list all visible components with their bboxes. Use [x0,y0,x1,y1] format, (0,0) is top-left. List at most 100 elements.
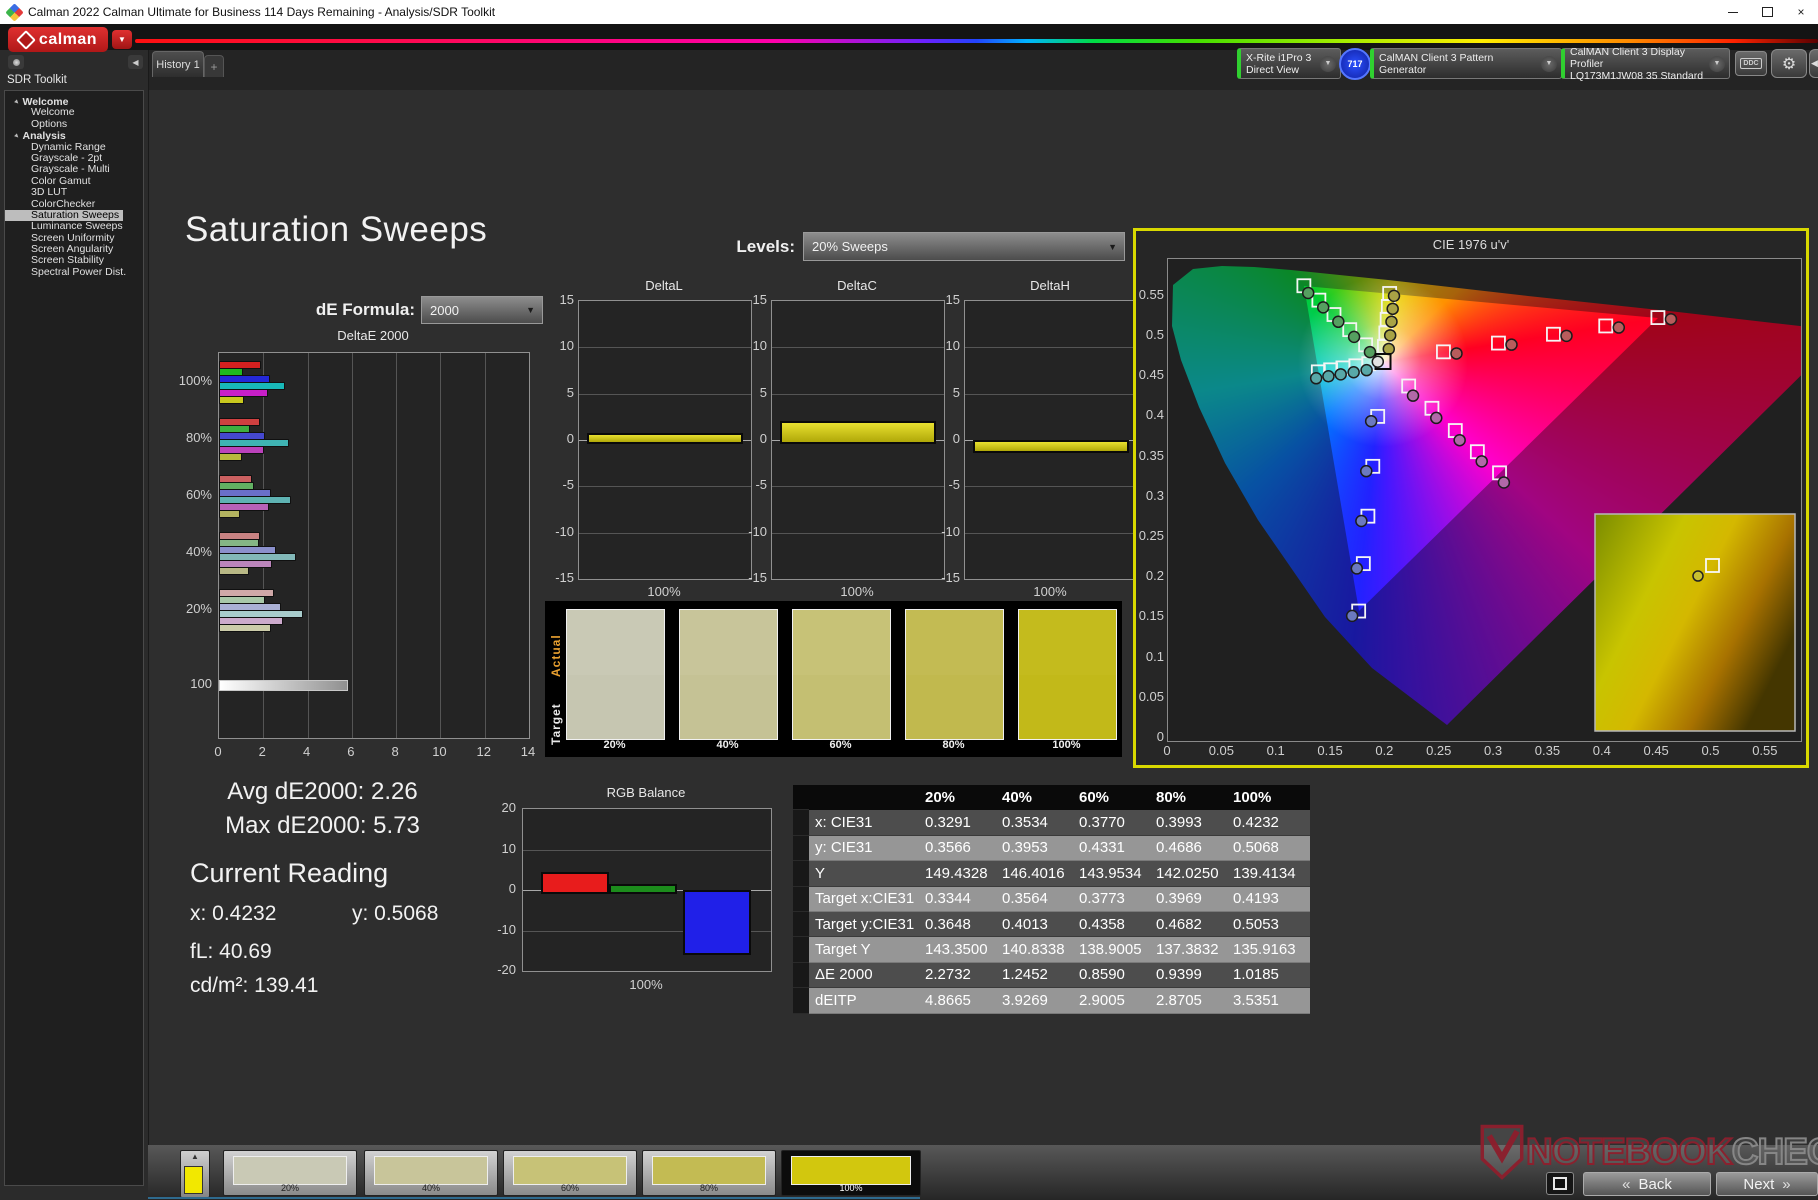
column-header-60: 60% [1079,785,1156,811]
table-value: 143.9534 [1079,861,1156,887]
tab-history-1[interactable]: History 1 [152,51,204,77]
de-formula-value: 2000 [430,302,459,318]
table-value: 0.3291 [925,810,1002,836]
cyan-measured-circle [1360,363,1373,377]
cie-svg [1172,266,1801,732]
magenta-measured-circle [1430,411,1443,425]
blue-measured-circle [1364,414,1378,428]
cie-1976-diagram-panel[interactable]: CIE 1976 u'v' 0.55 0.5 0.45 0.4 0.35 0.3… [1133,228,1809,768]
gridline [965,486,1137,488]
table-value: 137.3832 [1156,937,1233,963]
table-value: 4.8665 [925,988,1002,1014]
chevron-down-icon: ▼ [118,35,126,44]
minimize-button[interactable] [1716,0,1750,24]
bar-blue [683,890,751,955]
y-tick-label: -10 [497,921,516,937]
swatch-label: 40% [716,739,739,751]
column-header-100: 100% [1233,785,1310,811]
pattern-tile-60[interactable]: 60% [503,1150,637,1196]
ddc-button[interactable]: DDC [1735,51,1767,76]
table-value: 138.9005 [1079,937,1156,963]
x-tick-label: 0.55 [1752,743,1778,758]
pattern-generator-label: CalMAN Client 3 Pattern Generator [1379,51,1494,76]
sidebar-item-color-gamut[interactable]: Color Gamut [5,175,143,187]
display-profiler-select[interactable]: CalMAN Client 3 Display Profiler LQ173M1J… [1561,46,1730,82]
application-window: Calman 2022 Calman Ultimate for Business… [0,0,1818,1200]
yellow-measured-circle [1386,302,1399,316]
meter-select[interactable]: X-Rite i1Pro 3 Direct View ▼ [1237,48,1341,79]
y-tick-label: 0.45 [1138,367,1164,383]
delta-h-chart: DeltaH 100% 15 10 5 0 -5 -10 -15 [938,278,1150,608]
x-tick-label: 12 [476,744,491,759]
pattern-tile-100[interactable]: 100% [781,1150,921,1196]
y-tick-label: 0.2 [1145,568,1164,584]
close-button[interactable]: × [1784,0,1818,24]
pattern-color-preview [184,1166,203,1194]
add-tab-button[interactable]: + [204,55,224,77]
window-title: Calman 2022 Calman Ultimate for Business… [28,5,496,19]
table-value: 0.3648 [925,911,1002,938]
levels-label: Levels: [736,237,795,256]
table-value: 2.8705 [1156,988,1233,1014]
y-tick-label: 10 [501,840,516,856]
sidebar-dot-button[interactable] [8,55,24,69]
pattern-tile-40[interactable]: 40% [364,1150,498,1196]
levels-select[interactable]: 20% Sweeps ▼ [803,232,1125,261]
de-formula-select[interactable]: 2000 ▼ [421,296,543,324]
yellow-measured-circle [1387,289,1401,303]
sidebar-item-spectral-power-dist[interactable]: Spectral Power Dist. [5,266,143,278]
meter-count-badge[interactable]: 717 [1339,48,1371,80]
sidebar-group-analysis[interactable]: ▾ Analysis [5,130,143,142]
table-value: 142.0250 [1156,861,1233,887]
results-table: 20% 40% 60% 80% 100% x: CIE31 0.3291 0.3534 0.37… [793,785,1310,1014]
x-tick-label: 0.1 [1266,743,1285,758]
table-value: 0.3566 [925,835,1002,862]
table-value: 0.4193 [1233,886,1310,912]
calman-logo-button[interactable]: calman [8,27,108,52]
avg-de2000: Avg dE2000: 2.26 [227,778,418,805]
collapse-toolbar-button[interactable]: ◀ [1809,49,1818,78]
settings-button[interactable]: ⚙ [1771,49,1807,78]
chart-title: DeltaC [837,278,877,293]
sidebar-collapse-button[interactable]: ◀ [128,55,143,69]
y-tick-label: 100 [190,676,212,691]
header-band [0,24,1818,50]
gridline [772,393,944,395]
yellow-measured-circle [1382,342,1396,356]
pattern-window-tile[interactable]: ▲ [180,1150,210,1198]
bar-red [541,871,609,894]
swatch-40 [679,609,778,740]
maximize-button[interactable] [1750,0,1784,24]
row-label-y-cie31: y: CIE31 [809,835,925,862]
gridline [579,532,751,534]
table-value: 0.9399 [1156,962,1233,989]
chart-title: DeltaH [1030,278,1070,293]
sidebar-item-luminance-sweeps[interactable]: Luminance Sweeps [5,220,143,232]
row-label-e-2000: ΔE 2000 [809,962,925,989]
chart-title: DeltaE 2000 [337,328,409,343]
sidebar-item-3d-lut[interactable]: 3D LUT [5,186,143,198]
gridline [579,486,751,488]
tile-color [374,1156,488,1185]
expander-icon: ▾ [13,98,21,106]
pattern-generator-select[interactable]: CalMAN Client 3 Pattern Generator ▼ [1370,48,1562,79]
levels-value: 20% Sweeps [812,239,888,254]
y-tick-label: -20 [497,962,516,977]
table-corner [793,785,809,811]
pattern-tile-80[interactable]: 80% [642,1150,776,1196]
row-label-target-y-cie31: Target y:CIE31 [809,911,925,938]
table-corner [809,785,925,811]
pattern-tile-20[interactable]: 20% [223,1150,357,1196]
current-x: x: 0.4232 [190,902,277,925]
sidebar-item-options[interactable]: Options [5,118,143,130]
y-tick-label: 15 [559,292,574,307]
x-tick-label: 0.25 [1426,743,1452,758]
delta-h-plot [964,300,1138,580]
table-value: 0.3969 [1156,886,1233,912]
x-tick-label: 6 [347,744,355,759]
swatch-actual [680,610,777,675]
swatch-actual [793,610,890,675]
calman-menu-button[interactable]: ▼ [112,30,132,49]
sidebar-item-welcome[interactable]: Welcome [5,106,143,118]
y-tick-label: 10 [559,338,574,354]
